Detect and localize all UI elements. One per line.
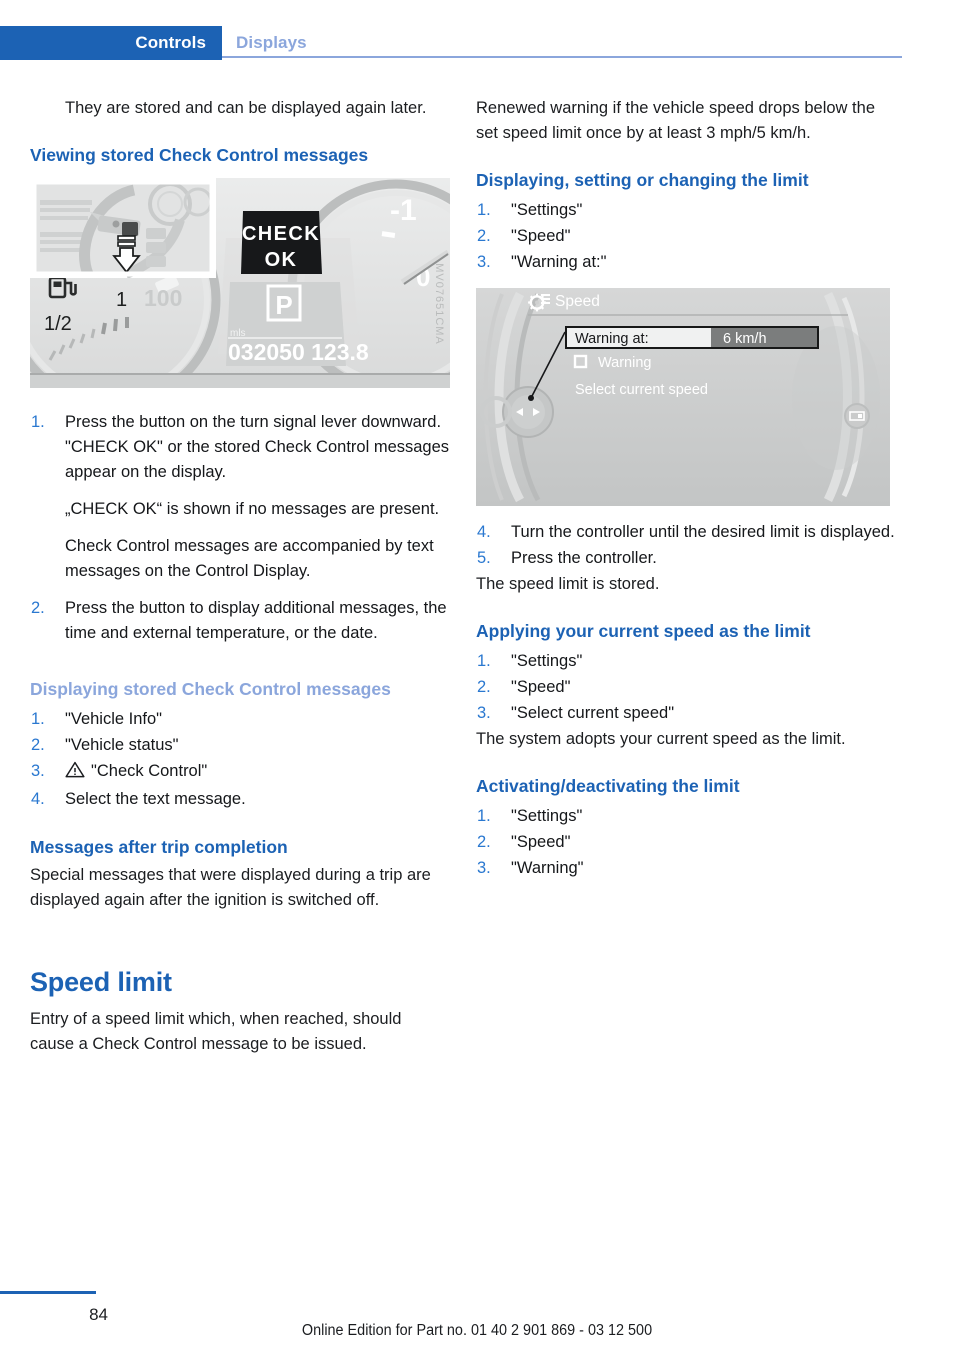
list-item: 2. "Speed": [476, 830, 896, 855]
step-text: "Settings": [511, 201, 583, 219]
step-text: "Warning at:": [511, 253, 607, 271]
list-item: 1. "Settings": [476, 198, 896, 223]
online-edition-notice: Online Edition for Part no. 01 40 2 901 …: [301, 1322, 653, 1339]
steps-activating: 1. "Settings" 2. "Speed" 3. "Warning": [476, 804, 896, 881]
step-number: 2.: [477, 833, 491, 851]
step-number: 2.: [477, 227, 491, 245]
step-subtext: Check Control messages are accompanied b…: [65, 537, 434, 580]
steps-viewing-stored: 1. Press the button on the turn signal l…: [30, 410, 450, 646]
step-subtext: „CHECK OK“ is shown if no messages are p…: [65, 500, 440, 518]
svg-text:-1: -1: [390, 194, 417, 227]
step-text: Press the controller.: [511, 549, 657, 567]
step-text: "Select current speed": [511, 704, 675, 722]
step-text: Press the button to display additional m…: [65, 599, 447, 642]
right-column: Renewed warning if the vehicle speed dro…: [476, 96, 896, 882]
list-item: 3. "Select current speed": [476, 701, 896, 726]
step-text: Turn the controller until the desired li…: [511, 523, 895, 541]
step-text: "Settings": [511, 807, 583, 825]
steps-after-idrive-figure: 4. Turn the controller until the desired…: [476, 520, 896, 571]
step-number: 4.: [477, 523, 491, 541]
idrive-row-value: 6 km/h: [723, 331, 767, 347]
tab-controls[interactable]: Controls: [0, 26, 222, 60]
step-text: "Settings": [511, 652, 583, 670]
step-number: 2.: [477, 678, 491, 696]
footer-divider: [0, 1291, 96, 1294]
step-text: "Vehicle Info": [65, 710, 163, 728]
heading-viewing-stored: Viewing stored Check Control messages: [30, 145, 369, 165]
figure-instrument-cluster: 100 1/2 1 -1 0 CHECK OK P mls 032050 123…: [30, 178, 450, 388]
step-text: "Speed": [511, 678, 571, 696]
inset-turn-signal-lever: [30, 178, 216, 278]
step-text: "Speed": [511, 833, 571, 851]
heading-messages-after-trip: Messages after trip completion: [30, 837, 288, 857]
step-text: Press the button on the turn signal leve…: [65, 413, 450, 481]
step-number: 3.: [31, 762, 45, 780]
svg-text:1: 1: [116, 289, 127, 311]
svg-text:100: 100: [144, 285, 182, 311]
figure-code: MV07651CMA: [433, 263, 446, 345]
chapter-paragraph: Entry of a speed limit which, when reach…: [30, 1010, 402, 1053]
svg-text:mls: mls: [230, 328, 246, 339]
idrive-checkbox-label: Warning: [598, 355, 651, 371]
header-divider: [222, 56, 902, 58]
step-number: 1.: [31, 710, 45, 728]
list-item: 5. Press the controller.: [476, 546, 896, 571]
steps-displaying-stored: 1. "Vehicle Info" 2. "Vehicle status" 3.…: [30, 707, 450, 812]
step-text: "Check Control": [91, 762, 208, 780]
step-number: 1.: [477, 201, 491, 219]
idrive-illustration: Speed Warning at: 6 km/h Warning Select …: [476, 288, 890, 506]
step-text: "Warning": [511, 859, 584, 877]
svg-text:1/2: 1/2: [44, 313, 72, 335]
step-number: 2.: [31, 599, 45, 617]
list-item: 3. "Warning at:": [476, 250, 896, 275]
list-item: 2. "Speed": [476, 675, 896, 700]
step-text: Select the text message.: [65, 790, 246, 808]
heading-displaying-setting-limit: Displaying, setting or changing the limi…: [476, 170, 809, 190]
intro-paragraph: They are stored and can be displayed aga…: [65, 99, 427, 117]
renewed-warning-paragraph: Renewed warning if the vehicle speed dro…: [476, 99, 875, 142]
list-item: 4. Turn the controller until the desired…: [476, 520, 896, 545]
cluster-ok-text: OK: [265, 249, 298, 271]
cluster-gear-indicator: P: [275, 290, 292, 320]
list-item: 1. "Vehicle Info": [30, 707, 450, 732]
page-title: Speed limit: [30, 967, 172, 997]
step-number: 1.: [31, 413, 45, 431]
warning-triangle-icon: [65, 761, 85, 786]
step-text: "Vehicle status": [65, 736, 179, 754]
list-item: 1. Press the button on the turn signal l…: [30, 410, 450, 584]
figure-idrive-speed-screen: Speed Warning at: 6 km/h Warning Select …: [476, 288, 890, 506]
cluster-check-text: CHECK: [242, 223, 320, 245]
idrive-row-label: Warning at:: [575, 331, 649, 347]
cluster-odometer: 032050 123.8: [228, 339, 369, 365]
step-number: 3.: [477, 253, 491, 271]
stored-paragraph: The speed limit is stored.: [476, 575, 660, 593]
left-column: They are stored and can be displayed aga…: [30, 96, 450, 1057]
step-number: 2.: [31, 736, 45, 754]
adopts-paragraph: The system adopts your current speed as …: [476, 730, 846, 748]
list-item: 3. "Check Control": [30, 759, 450, 786]
list-item: 2. "Speed": [476, 224, 896, 249]
step-number: 1.: [477, 652, 491, 670]
heading-activating-deactivating: Activating/deactivating the limit: [476, 776, 740, 796]
step-number: 3.: [477, 704, 491, 722]
step-number: 5.: [477, 549, 491, 567]
tab-displays[interactable]: Displays: [236, 26, 307, 60]
list-item: 3. "Warning": [476, 856, 896, 881]
heading-applying-current-speed: Applying your current speed as the limit: [476, 621, 811, 641]
steps-applying: 1. "Settings" 2. "Speed" 3. "Select curr…: [476, 649, 896, 726]
step-number: 4.: [31, 790, 45, 808]
heading-displaying-stored: Displaying stored Check Control messages: [30, 679, 391, 699]
list-item: 1. "Settings": [476, 649, 896, 674]
step-text: "Speed": [511, 227, 571, 245]
list-item: 2. Press the button to display additiona…: [30, 596, 450, 646]
step-number: 1.: [477, 807, 491, 825]
step-number: 3.: [477, 859, 491, 877]
trip-paragraph: Special messages that were displayed dur…: [30, 866, 431, 909]
idrive-menu-title: Speed: [555, 293, 600, 310]
list-item: 2. "Vehicle status": [30, 733, 450, 758]
steps-displaying-limit: 1. "Settings" 2. "Speed" 3. "Warning at:…: [476, 198, 896, 275]
list-item: 1. "Settings": [476, 804, 896, 829]
idrive-option-label: Select current speed: [575, 382, 708, 398]
list-item: 4. Select the text message.: [30, 787, 450, 812]
